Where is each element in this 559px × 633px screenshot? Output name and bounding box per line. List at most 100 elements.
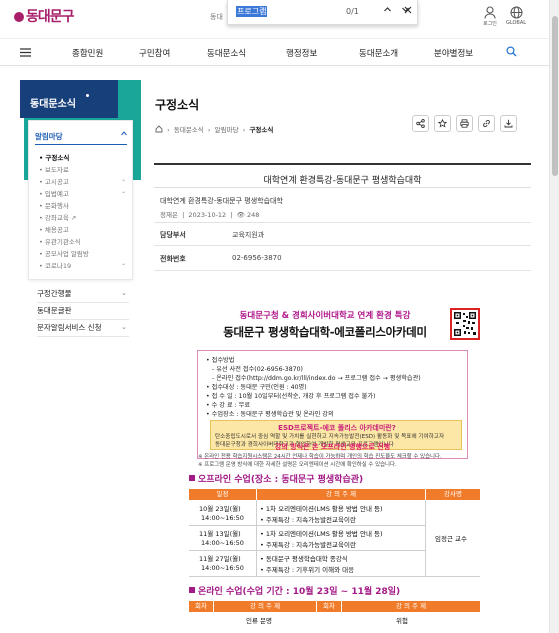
logo-mark-icon	[14, 12, 24, 22]
divider	[256, 500, 257, 576]
nav-item-participation[interactable]: 구민참여	[139, 47, 170, 59]
table-header: 강사명	[426, 489, 480, 500]
session-topic: • 주제특강 : 기후위기 이해와 대응	[260, 566, 355, 574]
session-date: 11월 27일(월)	[199, 555, 241, 563]
info-line: • 접 수 일 : 10월 10일부터(선착순, 개강 후 프로그램 접수 불가…	[206, 393, 376, 400]
info-line: • 수 강 료 : 무료	[206, 402, 251, 409]
square-bullet-icon	[189, 587, 195, 593]
global-button[interactable]: GLOBAL	[505, 6, 527, 26]
sidebar-item-label: 문화행사	[44, 202, 69, 210]
sidebar-section-publications[interactable]: 구정간행물 ⌄	[37, 286, 129, 303]
eye-icon: 👁	[236, 211, 245, 219]
session-topic: • 주제특강 : 지속가능발전교육이란	[260, 541, 356, 549]
online-topic: 인류 문명	[246, 617, 272, 625]
sidebar-item-press[interactable]: • 보도자료	[39, 164, 69, 174]
session-time: 14:00~16:50	[201, 539, 244, 547]
nav-item-about[interactable]: 동대문소개	[359, 47, 398, 59]
divider	[189, 576, 480, 577]
topic-text: 주제특강 : 지속가능발전교육이란	[265, 516, 356, 524]
square-bullet-icon	[189, 475, 195, 481]
nav-item-civil[interactable]: 종합민원	[72, 47, 103, 59]
sidebar-item-lectures[interactable]: • 강좌교육 ↗	[39, 212, 76, 222]
share-button[interactable]	[412, 115, 429, 132]
home-icon[interactable]	[155, 125, 163, 133]
sidebar-item-label: 채용공고	[44, 226, 69, 234]
find-in-page-bar: 프로그램 0/1	[227, 0, 418, 25]
sidebar-item-culture[interactable]: • 문화행사	[39, 200, 69, 210]
topic-text: 주제특강 : 지속가능발전교육이란	[265, 541, 356, 549]
info-text: - 온라인 접수(http://ddm.go.kr/lll/index.do →…	[212, 375, 421, 382]
online-topic: 위험	[396, 617, 408, 625]
divider	[425, 500, 426, 576]
sidebar-item-recruit[interactable]: • 채용공고	[39, 224, 69, 234]
find-previous-button[interactable]	[380, 5, 394, 19]
hamburger-icon	[20, 48, 31, 57]
phone-value: 02-6956-3870	[232, 254, 282, 262]
nav-item-admin[interactable]: 행정정보	[286, 47, 317, 59]
topic-text: 1차 오리엔테이션(LMS 활용 방법 안내 등)	[265, 505, 383, 513]
sidebar-item-contest[interactable]: • 공모사업 알림방	[39, 248, 89, 258]
nav-item-news[interactable]: 동대문소식	[207, 47, 246, 59]
scrollbar-thumb[interactable]	[552, 16, 558, 176]
sidebar-section-sms[interactable]: 문자알림서비스 신청 ⌄	[37, 320, 129, 337]
breadcrumb-item[interactable]: 알림마당	[215, 126, 239, 134]
page-scrollbar[interactable]	[549, 0, 559, 633]
nav-item-fields[interactable]: 분야별정보	[434, 47, 473, 59]
breadcrumb-item[interactable]: 동대문소식	[174, 126, 204, 134]
info-text: 접 수 일 : 10월 10일부터(선착순, 개강 후 프로그램 접수 불가)	[211, 393, 376, 400]
post-meta: 정재은 | 2023-10-12 | 👁 248	[160, 211, 260, 219]
chevron-up-icon[interactable]	[121, 130, 127, 138]
external-link-icon: ↗	[70, 214, 77, 222]
post-views: 248	[247, 211, 260, 219]
session-time: 14:00~16:50	[201, 564, 244, 572]
sidebar-item-notices[interactable]: • 고시공고	[39, 176, 69, 186]
phone-label: 전화번호	[160, 255, 186, 263]
favorite-button[interactable]	[434, 115, 451, 132]
dept-label: 담당부서	[160, 231, 186, 239]
session-topic: • 1차 오리엔테이션(LMS 활용 방법 안내 등)	[260, 505, 383, 513]
chevron-down-icon[interactable]: ⌄	[121, 176, 126, 183]
login-button[interactable]: 로그인	[480, 6, 500, 27]
sidebar-section-title: 동대문소식	[20, 80, 118, 118]
url-copy-button[interactable]	[478, 115, 495, 132]
divider	[189, 525, 425, 526]
online-section-title: 온라인 수업(수업 기간 : 10월 23일 ~ 11월 28일)	[189, 584, 400, 597]
print-button[interactable]	[456, 115, 473, 132]
table-header: 회차	[317, 601, 341, 612]
page-title: 구정소식	[155, 98, 200, 112]
esd-line: 탄소중립도시로서 중심 역할 및 가치를 실현하고 지속가능발전(ESD) 활동…	[215, 434, 445, 440]
sidebar-section-board[interactable]: 동대문글판	[37, 303, 129, 320]
divider	[154, 270, 531, 271]
find-input[interactable]: 프로그램	[236, 5, 339, 19]
info-line: - 온라인 접수(http://ddm.go.kr/lll/index.do →…	[212, 373, 421, 382]
info-text: 접수대상 : 동대문 구민(인원 : 40명)	[211, 384, 307, 391]
qr-code-icon	[450, 308, 480, 340]
online-title-text: 온라인 수업(수업 기간 : 10월 23일 ~ 11월 28일)	[198, 587, 401, 597]
sidebar-item-label: 고시공고	[44, 178, 69, 186]
sidebar-item-covid[interactable]: • 코로나19	[39, 260, 71, 270]
sidebar-item-legislation[interactable]: • 입법예고	[39, 188, 69, 198]
sidebar-item-announcements[interactable]: • 구정소식	[39, 152, 69, 162]
table-header: 회차	[189, 601, 213, 612]
find-match-count: 0/1	[346, 7, 359, 16]
sidebar-section-label: 동대문글판	[37, 306, 72, 315]
chevron-down-icon[interactable]: ⌄	[121, 260, 126, 267]
divider	[154, 245, 531, 246]
offline-section-title: 오프라인 수업(장소 : 동대문구 평생학습관)	[189, 472, 363, 485]
sidebar-group-title[interactable]: 알림마당	[35, 131, 63, 142]
site-logo[interactable]: 동대문구	[14, 6, 75, 26]
info-text: 접수방법	[211, 357, 235, 364]
search-icon	[506, 46, 517, 57]
breadcrumb-current: 구정소식	[249, 126, 274, 134]
search-button[interactable]	[506, 46, 517, 59]
menu-button[interactable]	[20, 48, 31, 59]
download-button[interactable]	[500, 115, 517, 132]
sidebar-item-related[interactable]: • 유관기관소식	[39, 236, 81, 246]
info-text: 수 강 료 : 무료	[211, 402, 251, 409]
article-title: 대학연계 환경특강-동대문구 평생학습대학	[154, 163, 531, 188]
globe-icon	[510, 6, 522, 19]
dot-icon	[86, 94, 89, 97]
event-poster: 동대문구청 & 경희사이버대학교 연계 환경 특강 동대문구 평생학습대학-에코…	[186, 292, 482, 633]
find-close-button[interactable]	[401, 5, 415, 19]
chevron-down-icon[interactable]: ⌄	[121, 188, 126, 195]
